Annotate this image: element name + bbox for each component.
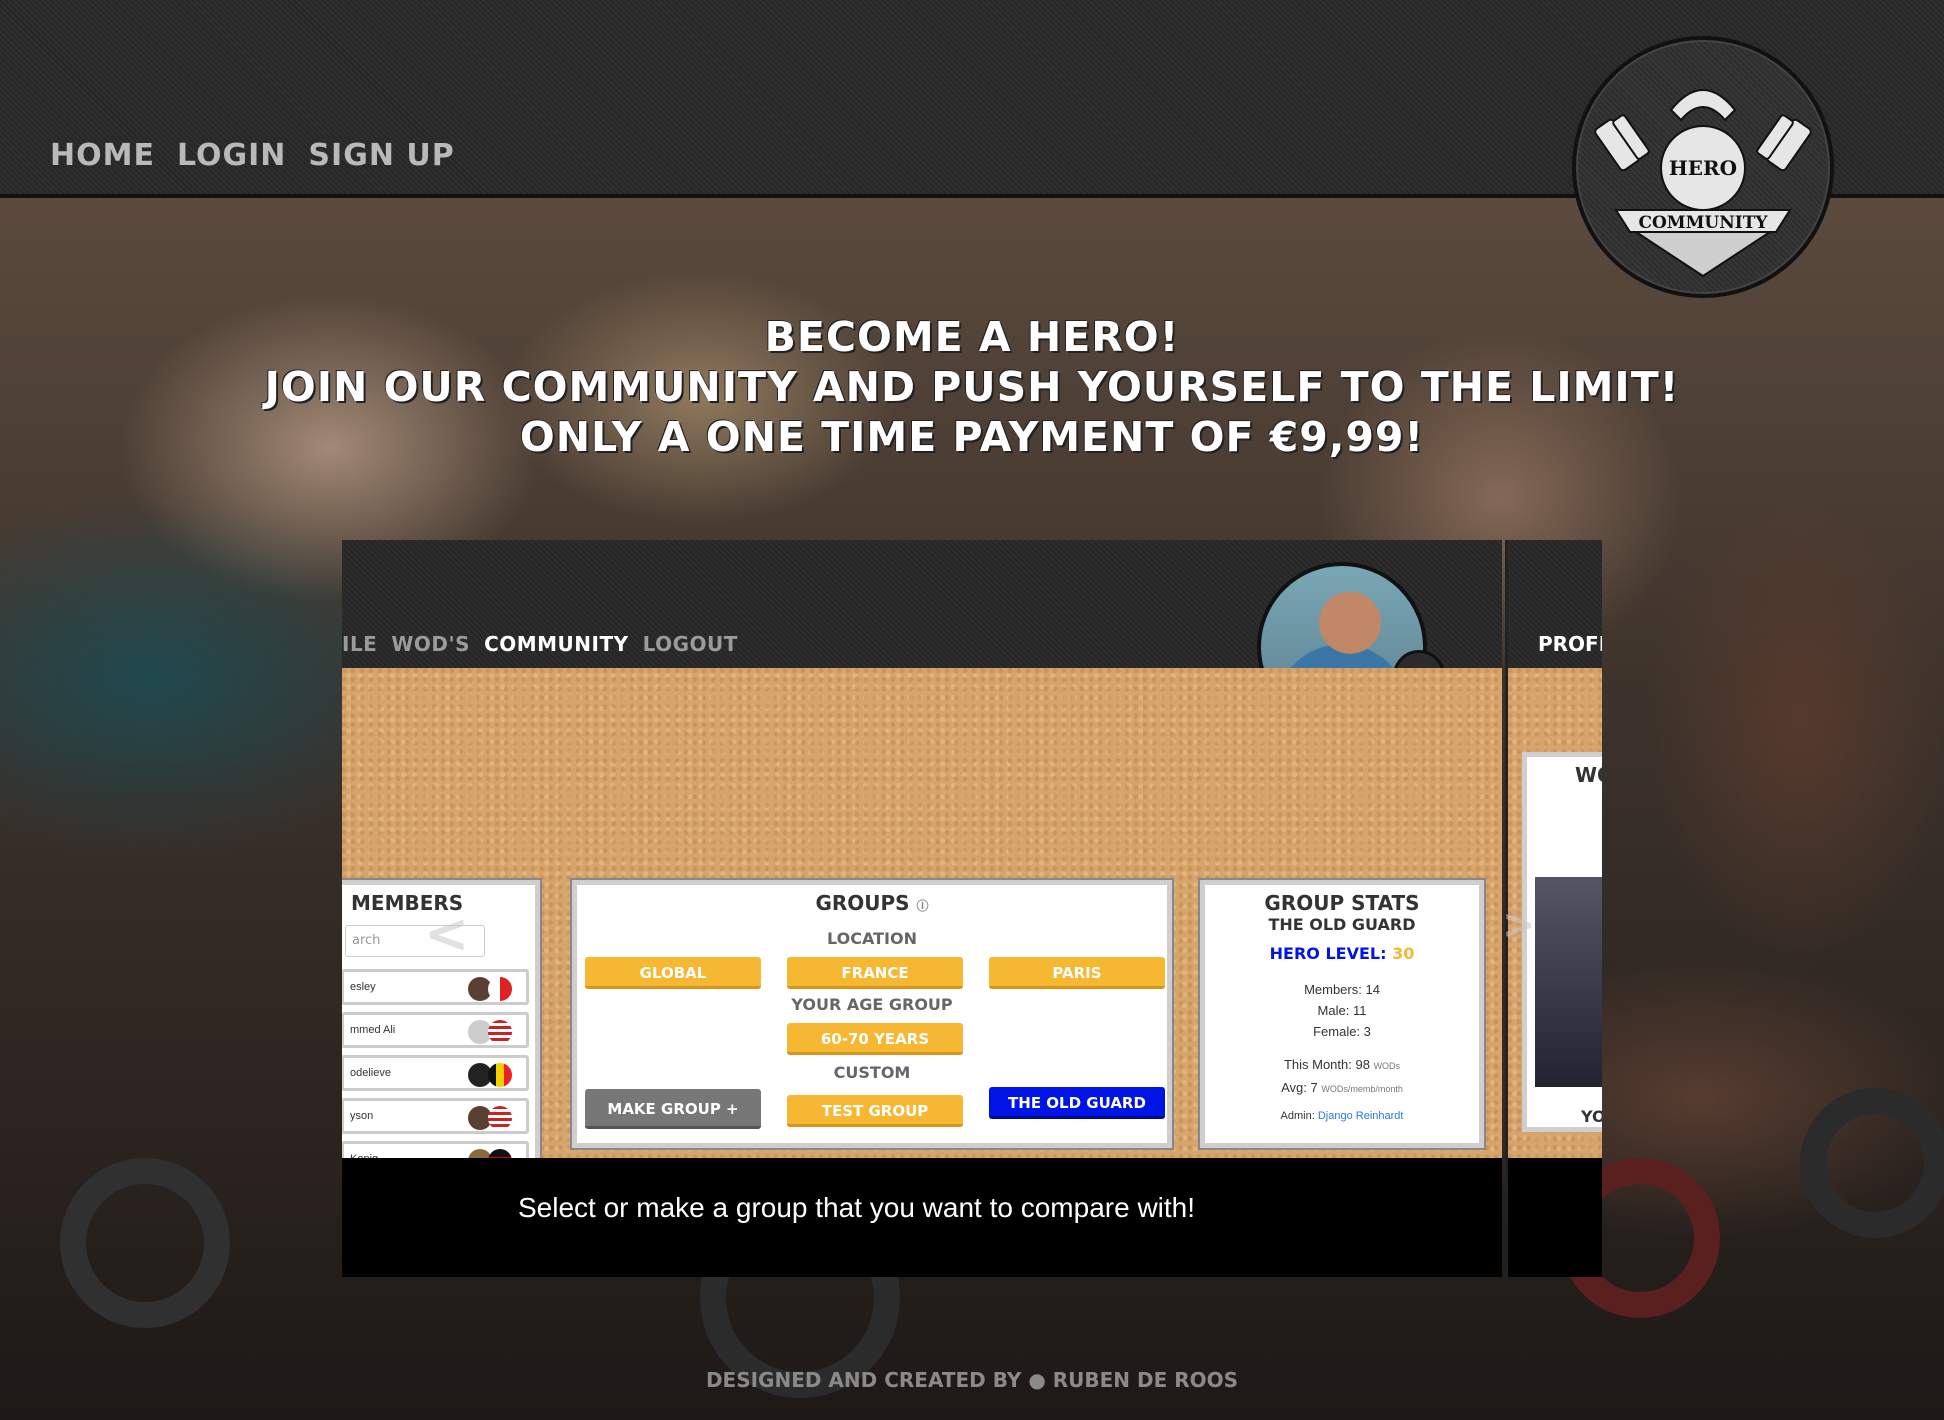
group-stats-panel: GROUP STATS THE OLD GUARD HERO LEVEL: 30… (1200, 880, 1484, 1148)
carousel-prev-button[interactable]: < (424, 902, 469, 965)
info-icon: ⓘ (916, 899, 929, 913)
site-logo[interactable]: HERO COMMUNITY (1572, 36, 1834, 298)
group-test-button: TEST GROUP (787, 1095, 963, 1127)
stat-avg: Avg: 7 WODs/memb/month (1205, 1077, 1479, 1100)
slide-header: ILE WOD'S COMMUNITY LOGOUT (342, 540, 1502, 732)
hero-line-3: ONLY A ONE TIME PAYMENT OF €9,99! (519, 413, 1425, 461)
group-age-button: 60-70 YEARS (787, 1023, 963, 1055)
group-global-button: GLOBAL (585, 957, 761, 989)
slide2-panel-title: WO (1575, 763, 1602, 787)
kettlebell-logo-icon: HERO COMMUNITY (1594, 89, 1812, 278)
member-name: esley (350, 981, 376, 993)
stat-avg-unit: WODs/memb/month (1321, 1084, 1403, 1094)
slide2-caption (1508, 1158, 1602, 1277)
make-group-button: MAKE GROUP + (585, 1089, 761, 1129)
site-footer: DESIGNED AND CREATED BY ● RUBEN DE ROOS (705, 1368, 1239, 1392)
kettlebell-shape (1800, 1088, 1944, 1238)
hero-level-label: HERO LEVEL: (1269, 944, 1387, 963)
slide-nav-community: COMMUNITY (484, 632, 629, 656)
slide2-image (1535, 877, 1602, 1087)
corkboard-area: MEMBERS arch esley mmed Ali odelieve yso… (342, 668, 1502, 1220)
member-row: mmed Ali (342, 1012, 529, 1048)
slide2-title: PROFI (1538, 632, 1602, 656)
groups-title-text: GROUPS (815, 891, 910, 915)
slide-nav-profile: ILE (342, 632, 378, 656)
slide-caption-text: Select or make a group that you want to … (518, 1192, 1196, 1223)
age-group-label: YOUR AGE GROUP (791, 995, 953, 1014)
carousel-slide-community: ILE WOD'S COMMUNITY LOGOUT MEMBERS arch … (342, 540, 1502, 1277)
kettlebell-shape (60, 1158, 230, 1328)
slide-nav: ILE WOD'S COMMUNITY LOGOUT (342, 632, 738, 656)
hero-headline: BECOME A HERO! JOIN OUR COMMUNITY AND PU… (0, 312, 1944, 462)
member-name: mmed Ali (350, 1024, 396, 1036)
nav-home-link[interactable]: HOME (50, 138, 155, 173)
groups-panel: GROUPS ⓘ LOCATION GLOBAL FRANCE PARIS YO… (572, 880, 1172, 1148)
member-name: yson (350, 1110, 374, 1122)
slide-nav-wods: WOD'S (391, 632, 471, 656)
nav-login-link[interactable]: LOGIN (177, 138, 286, 173)
slide-nav-logout: LOGOUT (642, 632, 738, 656)
group-paris-button: PARIS (989, 957, 1165, 989)
slide-caption: Select or make a group that you want to … (342, 1158, 1502, 1277)
screenshot-carousel: ILE WOD'S COMMUNITY LOGOUT MEMBERS arch … (342, 540, 1602, 1277)
logo-hero-text: HERO (1669, 156, 1737, 180)
nav-signup-link[interactable]: SIGN UP (308, 138, 454, 173)
flag-icon (488, 977, 512, 1001)
admin-label: Admin: (1280, 1110, 1315, 1122)
member-name: odelieve (350, 1067, 391, 1079)
admin-link: Django Reinhardt (1317, 1110, 1404, 1122)
hero-level-value: 30 (1392, 944, 1415, 963)
stat-this-month-unit: WODs (1373, 1061, 1401, 1071)
flag-icon (488, 1063, 512, 1087)
stat-members: Members: 14 (1304, 982, 1380, 997)
group-stats-name: THE OLD GUARD (1268, 915, 1416, 934)
member-row: odelieve (342, 1055, 529, 1091)
group-stats-title: GROUP STATS (1264, 891, 1420, 915)
member-row: esley (342, 969, 529, 1005)
stat-female: Female: 3 (1313, 1024, 1371, 1039)
hero-line-1: BECOME A HERO! (764, 313, 1180, 361)
flag-icon (488, 1020, 512, 1044)
main-nav: HOME LOGIN SIGN UP (50, 138, 455, 173)
slide2-footer-text: YOU' (1581, 1107, 1602, 1126)
slide2-header: PROFI (1508, 540, 1602, 668)
flag-icon (488, 1106, 512, 1130)
carousel-next-button[interactable]: > (1502, 902, 1536, 948)
logo-community-text: COMMUNITY (1638, 213, 1768, 233)
stat-admin: Admin: Django Reinhardt (1205, 1110, 1479, 1122)
stat-male: Male: 11 (1317, 1003, 1367, 1018)
hero-level: HERO LEVEL: 30 (1205, 944, 1479, 963)
group-old-guard-button: THE OLD GUARD (989, 1087, 1165, 1119)
stat-avg-value: Avg: 7 (1281, 1080, 1318, 1095)
group-france-button: FRANCE (787, 957, 963, 989)
stat-this-month: This Month: 98 WODs (1205, 1054, 1479, 1077)
stat-this-month-value: This Month: 98 (1283, 1057, 1370, 1072)
member-row: yson (342, 1098, 529, 1134)
location-label: LOCATION (827, 929, 917, 948)
custom-label: CUSTOM (833, 1063, 911, 1082)
groups-title: GROUPS ⓘ (577, 891, 1167, 915)
hero-line-2: JOIN OUR COMMUNITY AND PUSH YOURSELF TO … (264, 363, 1680, 411)
